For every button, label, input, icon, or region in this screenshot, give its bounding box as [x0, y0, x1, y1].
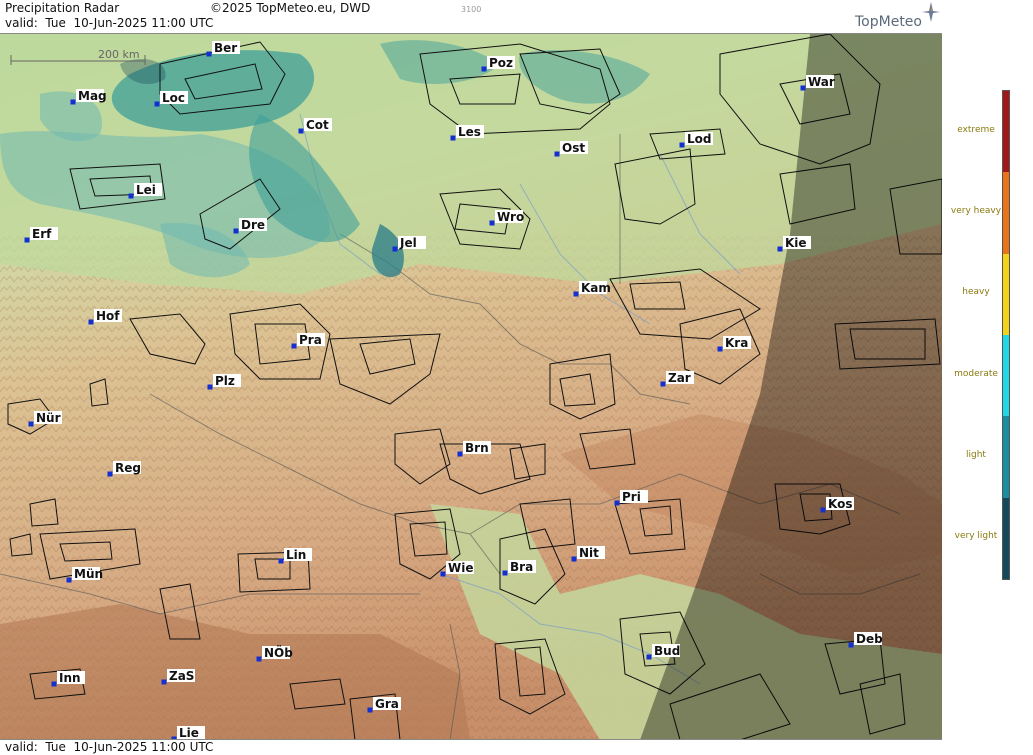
city-label: Poz	[489, 56, 513, 70]
city-dot	[614, 500, 620, 506]
city-label: Loc	[162, 91, 185, 105]
city-dot	[278, 558, 284, 564]
city-dot	[128, 193, 134, 199]
city-dot	[51, 681, 57, 687]
city-label: War	[808, 75, 835, 89]
city-label: Plz	[215, 374, 235, 388]
city-dot	[206, 51, 212, 57]
city-label: Kra	[725, 336, 748, 350]
city-dot	[233, 228, 239, 234]
compass-icon	[922, 2, 940, 22]
city-label: Nür	[36, 411, 61, 425]
legend-color-bar	[1002, 90, 1010, 580]
city-label: Ost	[562, 141, 585, 155]
brand-logo-text: TopMeteo	[855, 14, 922, 30]
city-dot	[489, 220, 495, 226]
city-dot	[256, 656, 262, 662]
city-dot	[28, 421, 34, 427]
city-label: Les	[458, 125, 481, 139]
city-label: NÖb	[264, 645, 293, 660]
city-label: Kie	[785, 236, 807, 250]
city-label: Dre	[241, 218, 265, 232]
city-dot	[440, 571, 446, 577]
city-dot	[571, 556, 577, 562]
city-label: Lin	[286, 548, 306, 562]
city-label: Erf	[32, 227, 52, 241]
city-label: Wro	[497, 210, 524, 224]
city-label: Mün	[74, 567, 103, 581]
intensity-legend: extreme very heavy heavy moderate light very …	[943, 0, 1033, 754]
city-label: Wie	[448, 561, 474, 575]
city-label: Lie	[179, 726, 199, 740]
city-label: Cot	[306, 118, 329, 132]
map-footer: valid: Tue 10-Jun-2025 11:00 UTC	[0, 739, 942, 755]
city-dot	[481, 66, 487, 72]
city-dot	[502, 570, 508, 576]
city-dot	[88, 319, 94, 325]
legend-label: moderate	[954, 368, 998, 379]
city-label: Lei	[136, 183, 156, 197]
city-dot	[450, 135, 456, 141]
city-label: Jel	[399, 236, 417, 250]
city-dot	[298, 128, 304, 134]
city-dot	[24, 237, 30, 243]
legend-label: very heavy	[950, 206, 1002, 216]
copyright-text: ©2025 TopMeteo.eu, DWD	[210, 1, 371, 15]
city-dot	[820, 507, 826, 513]
city-label: Reg	[115, 461, 141, 475]
legend-label: heavy	[962, 287, 990, 298]
city-dot	[291, 343, 297, 349]
city-dot	[717, 346, 723, 352]
city-dot	[154, 101, 160, 107]
city-dot	[107, 471, 113, 477]
city-label: Zar	[668, 371, 691, 385]
legend-label: light	[966, 450, 986, 460]
city-label: Nit	[579, 546, 599, 560]
city-label: Mag	[78, 89, 107, 103]
city-dot	[660, 381, 666, 387]
city-label: ZaS	[169, 669, 194, 683]
radar-map[interactable]: 200 km Ber Poz War Mag Loc Cot Les Ost Lod Lei Dre…	[0, 34, 942, 740]
city-label: Kos	[828, 497, 852, 511]
scale-label: 200 km	[98, 48, 140, 61]
city-label: Pra	[299, 333, 322, 347]
city-dot	[777, 246, 783, 252]
city-label: Bra	[510, 560, 533, 574]
city-dot	[800, 85, 806, 91]
city-label: Deb	[856, 632, 883, 646]
city-label: Pri	[622, 490, 641, 504]
map-title: Precipitation Radar	[5, 1, 120, 15]
map-code: 3100	[461, 5, 482, 14]
valid-time: valid: Tue 10-Jun-2025 11:00 UTC	[5, 16, 214, 30]
city-dot	[392, 246, 398, 252]
city-label: Hof	[96, 309, 120, 323]
city-label: Inn	[59, 671, 81, 685]
city-dot	[457, 451, 463, 457]
city-label: Brn	[465, 441, 489, 455]
city-dot	[554, 151, 560, 157]
city-dot	[848, 642, 854, 648]
city-label: Ber	[214, 41, 237, 55]
city-label: Bud	[654, 644, 680, 658]
legend-label: very light	[954, 531, 998, 542]
city-dot	[161, 679, 167, 685]
city-dot	[207, 384, 213, 390]
city-dot	[679, 142, 685, 148]
city-label: Kam	[581, 281, 611, 295]
city-dot	[70, 99, 76, 105]
city-label: Gra	[375, 697, 399, 711]
map-header: Precipitation Radar ©2025 TopMeteo.eu, D…	[0, 0, 942, 34]
city-label: Lod	[687, 132, 711, 146]
city-dot	[573, 291, 579, 297]
footer-valid-time: valid: Tue 10-Jun-2025 11:00 UTC	[5, 740, 214, 754]
city-dot	[66, 577, 72, 583]
city-dot	[367, 707, 373, 713]
city-dot	[646, 654, 652, 660]
legend-label: extreme	[957, 124, 995, 135]
